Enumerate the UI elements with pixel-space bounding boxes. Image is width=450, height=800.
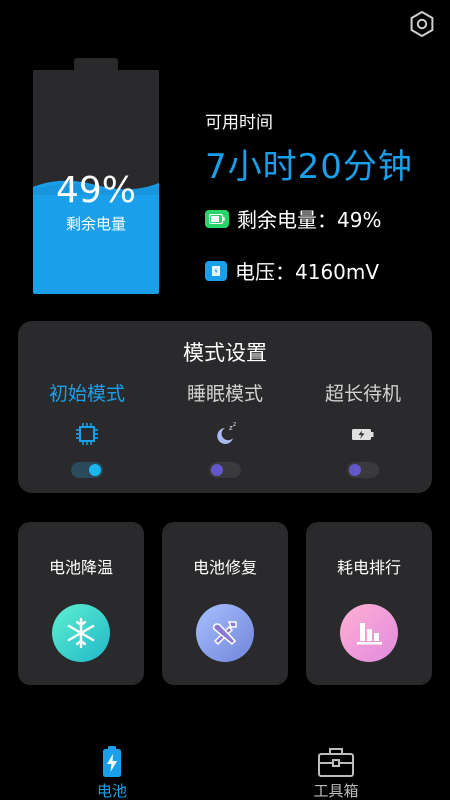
- mode-toggle[interactable]: [347, 462, 379, 478]
- toolbox-icon: [318, 748, 354, 777]
- settings-hexagon-icon[interactable]: [408, 10, 436, 38]
- battery-body: 49% 剩余电量: [33, 70, 159, 294]
- available-time-label: 可用时间: [205, 113, 273, 133]
- mode-settings-card: 模式设置 初始模式 睡眠模式 z z 超长待机: [18, 321, 432, 493]
- nav-toolbox-tab[interactable]: 工具箱: [276, 744, 396, 800]
- tool-power-ranking[interactable]: 耗电排行: [306, 522, 432, 685]
- battery-level-graphic: 49% 剩余电量: [33, 58, 159, 294]
- moon-sleep-icon: z z: [217, 421, 236, 444]
- svg-text:z: z: [233, 421, 236, 428]
- mode-label: 睡眠模式: [186, 383, 263, 405]
- wrench-hammer-icon: [196, 604, 254, 662]
- tool-label: 电池降温: [48, 558, 113, 577]
- mode-initial[interactable]: 初始模式: [18, 379, 156, 478]
- tool-label: 电池修复: [192, 558, 257, 577]
- tool-battery-repair[interactable]: 电池修复: [162, 522, 288, 685]
- remaining-charge-row: 剩余电量：49%: [205, 204, 381, 233]
- available-time-value: 7小时20分钟: [205, 147, 413, 187]
- battery-small-icon: [205, 209, 229, 228]
- remaining-charge-text: 剩余电量：49%: [237, 208, 382, 232]
- mode-label: 初始模式: [48, 383, 125, 405]
- nav-toolbox-label: 工具箱: [313, 782, 359, 800]
- voltage-text: 电压：4160mV: [235, 260, 380, 284]
- nav-battery-tab[interactable]: 电池: [52, 744, 172, 800]
- nav-battery-label: 电池: [96, 782, 127, 800]
- snowflake-icon: [52, 604, 110, 662]
- mode-toggle[interactable]: [209, 462, 241, 478]
- mode-sleep[interactable]: 睡眠模式 z z: [156, 379, 294, 478]
- tool-label: 耗电排行: [336, 558, 401, 577]
- cpu-chip-icon: [76, 423, 98, 445]
- mode-label: 超长待机: [324, 383, 401, 405]
- voltage-icon: [205, 260, 227, 281]
- bar-chart-icon: [340, 604, 398, 662]
- mode-long-standby[interactable]: 超长待机: [294, 379, 432, 478]
- voltage-row: 电压：4160mV: [205, 256, 379, 285]
- available-time-block: 可用时间 7小时20分钟: [205, 108, 445, 188]
- battery-tab-icon: [103, 746, 121, 777]
- tool-battery-cooling[interactable]: 电池降温: [18, 522, 144, 685]
- mode-toggle[interactable]: [71, 462, 103, 478]
- mode-settings-title: 模式设置: [183, 341, 267, 365]
- battery-charging-icon: [352, 429, 374, 440]
- battery-percent: 49%: [55, 170, 136, 211]
- battery-remain-label: 剩余电量: [65, 215, 126, 233]
